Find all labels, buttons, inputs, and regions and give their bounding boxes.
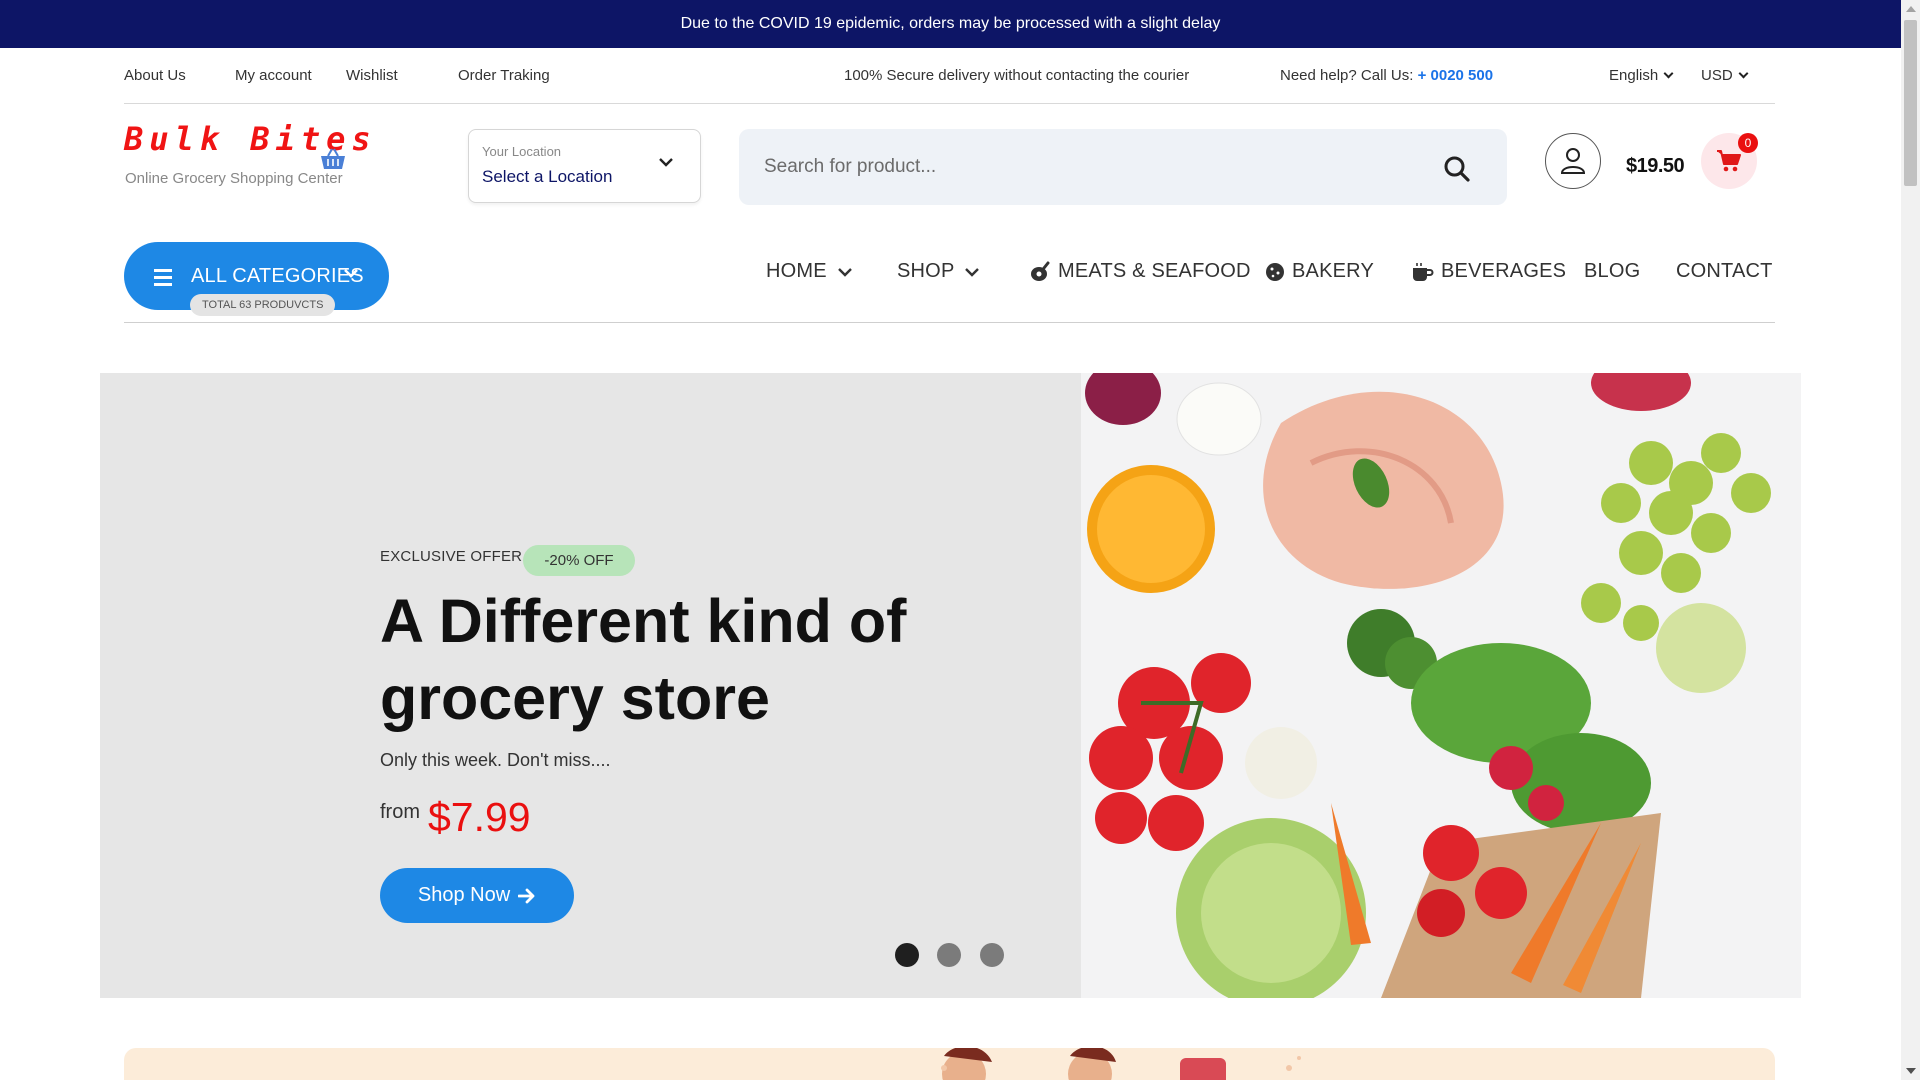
all-categories-button[interactable]: ALL CATEGORIES TOTAL 63 PRODUVCTS [124,242,389,316]
menu-icon [154,269,172,290]
cookie-icon [1266,262,1284,281]
nav-shop[interactable]: SHOP [897,260,980,283]
price-from-label: from [380,801,420,823]
chevron-down-icon [1663,68,1674,79]
location-value: Select a Location [482,167,613,186]
top-links-bar: About Us My account Wishlist Order Traki… [124,48,1775,104]
language-value: English [1609,67,1659,84]
nav-contact-label: CONTACT [1676,260,1773,282]
nav-meats-seafood[interactable]: MEATS & SEAFOOD [1029,260,1251,283]
nav-shop-label: SHOP [897,260,955,282]
nav-beverages-label: BEVERAGES [1441,260,1567,282]
nav-home[interactable]: HOME [766,260,853,283]
hero-eyebrow: EXCLUSIVE OFFER [380,548,523,565]
currency-value: USD [1701,67,1733,84]
total-products-badge: TOTAL 63 PRODUVCTS [190,294,336,316]
product-search[interactable]: Search for product... [739,129,1507,205]
meat-icon [1031,261,1050,281]
grocery-photo [1081,373,1801,998]
scroll-down-arrow[interactable] [1906,1068,1916,1074]
wishlist-link[interactable]: Wishlist [346,67,398,84]
help-line: Need help? Call Us: + 0020 500 [1280,67,1493,84]
shop-now-button[interactable]: Shop Now [380,868,574,923]
help-text: Need help? Call Us: [1280,67,1414,84]
nav-bakery-label: BAKERY [1292,260,1374,282]
nav-contact[interactable]: CONTACT [1676,260,1773,283]
hero-slider: EXCLUSIVE OFFER -20% OFF A Different kin… [100,373,1801,998]
hero-price: $7.99 [428,794,531,840]
cart-button[interactable]: 0 [1701,133,1758,189]
nav-home-label: HOME [766,260,827,282]
nav-meats-seafood-label: MEATS & SEAFOOD [1058,260,1251,282]
promo-banner [124,1048,1775,1080]
help-phone-link[interactable]: + 0020 500 [1418,67,1494,84]
my-account-link[interactable]: My account [235,67,312,84]
language-select[interactable]: English [1609,67,1674,84]
user-icon [1560,148,1586,174]
slider-dot-3[interactable] [980,943,1004,967]
secure-delivery-text: 100% Secure delivery without contacting … [844,67,1190,84]
site-logo[interactable]: Bulk Bites Online Grocery Shopping Cente… [124,120,377,187]
shop-now-label: Shop Now [417,884,511,906]
discount-badge: -20% OFF [523,545,635,576]
main-nav-bar: ALL CATEGORIES TOTAL 63 PRODUVCTS HOME S… [124,242,1775,323]
arrow-right-icon [518,888,535,903]
account-button[interactable] [1545,133,1601,189]
announcement-bar: Due to the COVID 19 epidemic, orders may… [0,0,1901,48]
chevron-down-icon [837,267,852,277]
logo-tagline: Online Grocery Shopping Center [125,170,343,187]
nav-beverages[interactable]: BEVERAGES [1412,260,1566,283]
location-label: Your Location [482,144,562,159]
promo-illustration [941,1048,1301,1080]
slider-dot-1[interactable] [895,943,919,967]
hero-subtitle: Only this week. Don't miss.... [380,750,611,770]
cart-total: $19.50 [1626,155,1685,177]
slider-dot-2[interactable] [937,943,961,967]
hero-title: A Different kind of grocery store [380,587,907,732]
page: Due to the COVID 19 epidemic, orders may… [0,0,1920,1080]
announcement-text: Due to the COVID 19 epidemic, orders may… [680,15,1221,32]
chevron-down-icon [659,158,673,167]
basket-icon [321,148,345,169]
chevron-down-icon [1738,68,1749,79]
all-categories-label: ALL CATEGORIES [191,265,364,287]
chevron-down-icon [965,267,980,277]
cart-count-badge: 0 [1738,133,1758,153]
nav-bakery[interactable]: BAKERY [1265,260,1374,283]
chevron-down-icon [344,269,358,278]
coffee-cup-icon [1413,262,1434,281]
scroll-up-arrow[interactable] [1906,6,1916,12]
nav-blog[interactable]: BLOG [1584,260,1640,283]
cart-icon [1717,150,1741,172]
scroll-thumb[interactable] [1904,20,1917,186]
location-selector[interactable]: Your Location Select a Location [468,129,701,203]
nav-blog-label: BLOG [1584,260,1641,282]
currency-select[interactable]: USD [1701,67,1749,84]
search-input[interactable]: Search for product... [764,156,936,178]
page-scrollbar[interactable] [1901,0,1920,1080]
order-tracking-link[interactable]: Order Traking [458,67,550,84]
about-us-link[interactable]: About Us [124,67,186,84]
search-icon[interactable] [1443,155,1471,183]
